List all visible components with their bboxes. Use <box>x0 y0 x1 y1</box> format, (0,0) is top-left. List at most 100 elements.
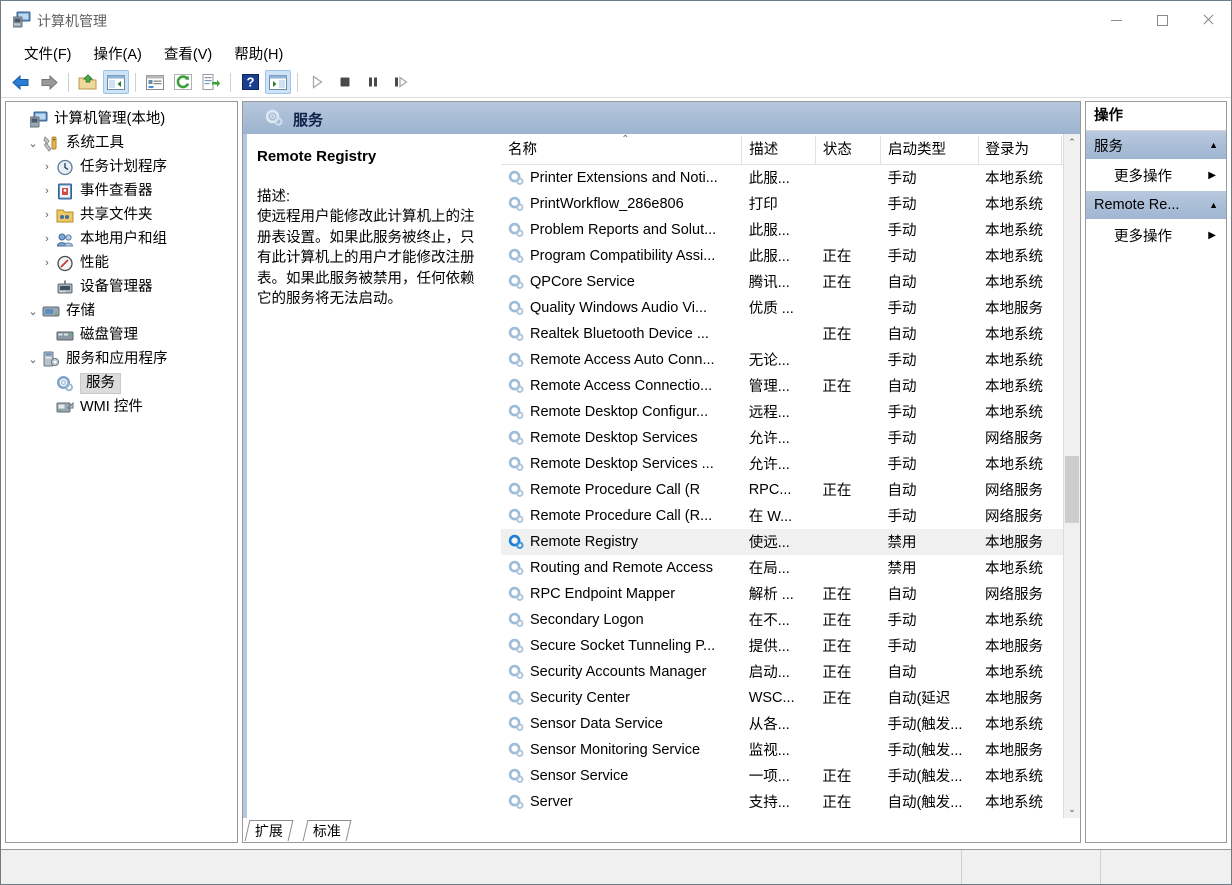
service-gear-icon <box>508 248 525 264</box>
more-actions-remote-registry[interactable]: 更多操作 ▶ <box>1086 219 1226 251</box>
toolbar: ? <box>1 67 1231 98</box>
tree-twisty[interactable]: › <box>38 233 56 245</box>
close-button[interactable] <box>1185 1 1231 39</box>
column-header-status[interactable]: 状态 <box>815 134 881 165</box>
tree-twisty[interactable]: ⌄ <box>24 353 42 366</box>
show-action-pane-icon[interactable] <box>265 70 291 94</box>
cell-log-on-as: 网络服务 <box>985 509 1044 525</box>
tree-twisty[interactable]: › <box>38 257 56 269</box>
table-row[interactable]: Secure Socket Tunneling P... 提供... 正在 手动 本地服… <box>501 633 1080 659</box>
forward-icon[interactable] <box>36 70 62 94</box>
back-icon[interactable] <box>8 70 34 94</box>
maximize-button[interactable] <box>1139 1 1185 39</box>
tree-item-services[interactable]: 服务 <box>6 371 237 395</box>
tree-twisty[interactable]: › <box>38 161 56 173</box>
window-title: 计算机管理 <box>37 13 107 29</box>
table-row[interactable]: Remote Desktop Services 允许... 手动 网络服务 <box>501 425 1080 451</box>
up-folder-icon[interactable] <box>75 70 101 94</box>
menu-file[interactable]: 文件(F) <box>13 40 83 67</box>
tree-item-performance[interactable]: › 性能 <box>6 251 237 275</box>
service-name: Sensor Service <box>530 767 629 784</box>
table-row[interactable]: Sensor Data Service 从各... 手动(触发... 本地系统 <box>501 711 1080 737</box>
table-row[interactable]: Remote Desktop Configur... 远程... 手动 本地系统 <box>501 399 1080 425</box>
table-row[interactable]: Security Center WSC... 正在 自动(延迟 本地服务 <box>501 685 1080 711</box>
service-name: Secondary Logon <box>530 611 644 628</box>
table-row[interactable]: Security Accounts Manager 启动... 正在 自动 本地系统 <box>501 659 1080 685</box>
tree-twisty[interactable]: ⌄ <box>24 137 42 150</box>
more-actions-services[interactable]: 更多操作 ▶ <box>1086 159 1226 191</box>
tree-item-computer-management[interactable]: 计算机管理(本地) <box>6 107 237 131</box>
actions-section-services[interactable]: 服务 ▲ <box>1086 131 1226 159</box>
cell-status <box>815 528 881 555</box>
menu-action[interactable]: 操作(A) <box>83 40 153 67</box>
table-row[interactable]: Secondary Logon 在不... 正在 手动 本地系统 <box>501 607 1080 633</box>
scroll-down-button[interactable]: ⌄ <box>1064 801 1080 818</box>
table-row[interactable]: Realtek Bluetooth Device ... 正在 自动 本地系统 <box>501 321 1080 347</box>
tree-item-task-scheduler[interactable]: › 任务计划程序 <box>6 155 237 179</box>
table-row[interactable]: Remote Access Connectio... 管理... 正在 自动 本地系统 <box>501 373 1080 399</box>
table-row[interactable]: Remote Desktop Services ... 允许... 手动 本地系统 <box>501 451 1080 477</box>
chevron-up-icon[interactable]: ▲ <box>1209 140 1218 150</box>
cell-status <box>815 347 880 373</box>
tree-twisty[interactable]: › <box>38 209 56 221</box>
tree-item-event-viewer[interactable]: › 事件查看器 <box>6 179 237 203</box>
tree-twisty[interactable]: ⌄ <box>24 305 42 318</box>
table-row[interactable]: QPCore Service 腾讯... 正在 自动 本地系统 <box>501 269 1080 295</box>
cell-name: Problem Reports and Solut... <box>501 217 742 243</box>
tree-item-device-manager[interactable]: 设备管理器 <box>6 275 237 299</box>
scrollbar-thumb[interactable] <box>1065 456 1079 523</box>
action-label: 更多操作 <box>1114 228 1172 245</box>
menu-help[interactable]: 帮助(H) <box>223 40 294 67</box>
device-manager-icon <box>56 279 74 296</box>
cell-description: 此服... <box>748 223 790 239</box>
column-header-log-on-as[interactable]: 登录为 <box>978 134 1063 165</box>
table-row[interactable]: Quality Windows Audio Vi... 优质 ... 手动 本地服务 <box>501 295 1080 321</box>
console-tree[interactable]: 计算机管理(本地) ⌄ 系统工具 › 任务计划程序 › 事件查看器 › 共享文件… <box>5 101 238 843</box>
properties-icon[interactable] <box>142 70 168 94</box>
cell-status <box>815 451 880 477</box>
list-vertical-scrollbar[interactable]: ⌃ ⌄ <box>1063 134 1080 818</box>
scroll-up-button[interactable]: ⌃ <box>1064 134 1080 151</box>
table-row[interactable]: Remote Registry 使远... 禁用 本地服务 <box>501 528 1080 555</box>
tab-standard[interactable]: 标准 <box>302 820 352 841</box>
table-row[interactable]: Problem Reports and Solut... 此服... 手动 本地系统 <box>501 217 1080 243</box>
tree-twisty[interactable]: › <box>38 185 56 197</box>
tree-item-system-tools[interactable]: ⌄ 系统工具 <box>6 131 237 155</box>
column-header-description[interactable]: 描述 <box>741 134 816 165</box>
export-list-icon[interactable] <box>198 70 224 94</box>
show-tree-icon[interactable] <box>103 70 129 94</box>
table-row[interactable]: Server 支持... 正在 自动(触发... 本地系统 <box>501 789 1080 815</box>
tree-item-shared-folders[interactable]: › 共享文件夹 <box>6 203 237 227</box>
chevron-up-icon[interactable]: ▲ <box>1209 200 1218 210</box>
table-row[interactable]: RPC Endpoint Mapper 解析 ... 正在 自动 网络服务 <box>501 581 1080 607</box>
table-row[interactable]: Remote Procedure Call (R RPC... 正在 自动 网络服务 <box>501 477 1080 503</box>
services-list[interactable]: ⌃ 名称 描述 状态 启动类型 登录为 Printer Extensions a… <box>501 134 1080 818</box>
table-row[interactable]: Remote Procedure Call (R... 在 W... 手动 网络服务 <box>501 503 1080 529</box>
table-row[interactable]: Sensor Monitoring Service 监视... 手动(触发... 本地… <box>501 737 1080 763</box>
table-row[interactable]: Printer Extensions and Noti... 此服... 手动 本地系… <box>501 165 1080 191</box>
tree-item-local-users-groups[interactable]: › 本地用户和组 <box>6 227 237 251</box>
refresh-icon[interactable] <box>170 70 196 94</box>
menu-view[interactable]: 查看(V) <box>153 40 223 67</box>
help-icon[interactable]: ? <box>237 70 263 94</box>
cell-log-on-as: 本地服务 <box>978 528 1062 555</box>
actions-section-remote-registry[interactable]: Remote Re... ▲ <box>1086 191 1226 219</box>
table-row[interactable]: Sensor Service 一项... 正在 手动(触发... 本地系统 <box>501 763 1080 789</box>
column-header-name[interactable]: ⌃ 名称 <box>501 134 743 165</box>
tree-item-disk-management[interactable]: 磁盘管理 <box>6 323 237 347</box>
table-row[interactable]: Remote Access Auto Conn... 无论... 手动 本地系统 <box>501 347 1080 373</box>
tab-extended[interactable]: 扩展 <box>244 820 294 841</box>
tree-item-services-and-applications[interactable]: ⌄ 服务和应用程序 <box>6 347 237 371</box>
tree-item-wmi-control[interactable]: WMI 控件 <box>6 395 237 419</box>
service-gear-icon <box>508 352 525 368</box>
table-row[interactable]: Routing and Remote Access 在局... 禁用 本地系统 <box>501 555 1080 581</box>
table-row[interactable]: PrintWorkflow_286e806 打印 手动 本地系统 <box>501 191 1080 217</box>
shared-folders-icon <box>56 207 74 224</box>
disk-management-icon <box>56 327 74 344</box>
minimize-button[interactable] <box>1093 1 1139 39</box>
cell-startup-type: 手动 <box>887 353 917 369</box>
tree-item-storage[interactable]: ⌄ 存储 <box>6 299 237 323</box>
column-header-startup-type[interactable]: 启动类型 <box>880 134 979 165</box>
table-row[interactable]: Program Compatibility Assi... 此服... 正在 手动 本地… <box>501 243 1080 269</box>
service-gear-icon <box>508 456 525 472</box>
